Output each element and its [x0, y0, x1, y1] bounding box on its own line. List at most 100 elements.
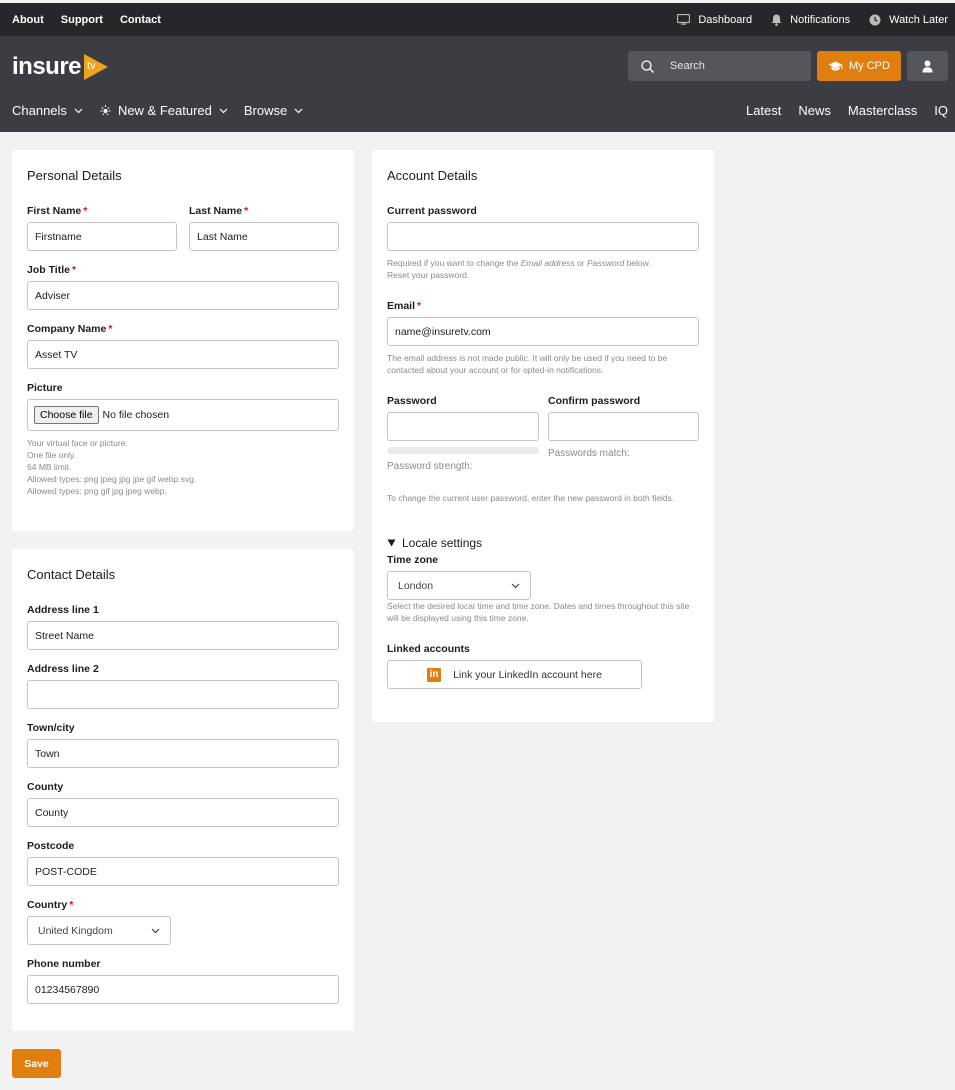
password-label: Password: [387, 395, 437, 407]
chevron-down-icon: [219, 108, 228, 113]
picture-file-input[interactable]: Choose file No file chosen: [27, 399, 339, 431]
personal-details-title: Personal Details: [27, 168, 122, 183]
sparkle-icon: [100, 105, 111, 116]
locale-settings-title: Locale settings: [402, 536, 483, 550]
chevron-down-icon: [74, 108, 83, 113]
insuretv-logo[interactable]: insure tv: [12, 52, 110, 82]
personal-details-card: Personal Details First Name * Firstname L…: [12, 150, 354, 531]
country-select[interactable]: United Kingdom: [27, 916, 171, 945]
password-field[interactable]: [387, 412, 539, 441]
account-details-title: Account Details: [387, 168, 478, 183]
utility-tools: Dashboard Notifications Watch Later: [658, 14, 948, 26]
notifications-label: Notifications: [790, 13, 851, 26]
address-line-1-label: Address line 1: [27, 604, 99, 616]
job-title-field[interactable]: Adviser: [27, 281, 339, 310]
town-city-field[interactable]: Town: [27, 739, 339, 768]
search-placeholder: Search: [670, 60, 705, 72]
logo-word: insure: [12, 53, 82, 80]
nav-news[interactable]: News: [798, 103, 831, 118]
linkedin-button-label: Link your LinkedIn account here: [453, 668, 602, 681]
picture-help: Your virtual face or picture. One file o…: [27, 438, 197, 496]
nav-new-featured-label: New & Featured: [117, 103, 212, 118]
password-strength-bar: [387, 447, 539, 454]
nav-latest[interactable]: Latest: [746, 103, 781, 118]
last-name-field[interactable]: Last Name: [189, 222, 339, 251]
reset-password-link[interactable]: Reset your password.: [387, 269, 707, 281]
watch-later-link[interactable]: Watch Later: [869, 14, 948, 26]
address-line-2-field[interactable]: [27, 680, 339, 709]
email-label: Email *: [387, 300, 422, 312]
graduation-cap-icon: [828, 61, 843, 71]
confirm-password-field[interactable]: [548, 412, 699, 441]
email-field[interactable]: name@insuretv.com: [387, 317, 699, 346]
phone-number-label: Phone number: [27, 958, 101, 970]
phone-number-field[interactable]: 01234567890: [27, 975, 339, 1004]
first-name-field[interactable]: Firstname: [27, 222, 177, 251]
nav-channels[interactable]: Channels: [12, 103, 83, 118]
company-name-field[interactable]: Asset TV: [27, 340, 339, 369]
current-password-label: Current password: [387, 205, 477, 217]
email-help: The email address is not made public. It…: [387, 353, 668, 375]
password-strength-label: Password strength:: [387, 461, 473, 472]
country-selected-value: United Kingdom: [38, 924, 113, 937]
current-password-help: Required if you want to change the Email…: [387, 257, 707, 281]
clock-icon: [869, 14, 881, 25]
logo-badge: tv: [87, 60, 96, 72]
county-field[interactable]: County: [27, 798, 339, 827]
nav-left: Channels New & Featured Browse: [12, 103, 319, 118]
password-help: To change the current user password, ent…: [387, 493, 675, 503]
user-icon: [922, 60, 933, 72]
confirm-password-label: Confirm password: [548, 395, 641, 407]
time-zone-select[interactable]: London: [387, 571, 531, 600]
support-link[interactable]: Support: [61, 14, 103, 26]
monitor-icon: [677, 14, 691, 25]
linked-accounts-label: Linked accounts: [387, 643, 470, 655]
town-city-label: Town/city: [27, 722, 75, 734]
current-password-field[interactable]: [387, 222, 699, 251]
watch-later-label: Watch Later: [889, 13, 948, 26]
nav-browse[interactable]: Browse: [244, 103, 303, 118]
contact-link[interactable]: Contact: [120, 14, 161, 26]
company-name-label: Company Name *: [27, 323, 113, 335]
no-file-chosen-text: No file chosen: [102, 409, 170, 421]
my-cpd-label: My CPD: [849, 60, 890, 72]
nav-right: Latest News Masterclass IQ: [729, 103, 948, 118]
search-icon: [641, 59, 654, 73]
about-link[interactable]: About: [12, 14, 44, 26]
time-zone-label: Time zone: [387, 554, 439, 566]
utility-links: About Support Contact: [12, 14, 178, 26]
nav-iq[interactable]: IQ: [934, 103, 948, 118]
nav-new-featured[interactable]: New & Featured: [99, 103, 228, 118]
nav-masterclass[interactable]: Masterclass: [848, 103, 917, 118]
top-utility-bar: About Support Contact Dashboard Notifica…: [0, 3, 955, 36]
address-line-1-field[interactable]: Street Name: [27, 621, 339, 650]
linkedin-link-button[interactable]: in Link your LinkedIn account here: [387, 660, 642, 689]
dashboard-link[interactable]: Dashboard: [677, 14, 752, 26]
last-name-label: Last Name *: [189, 205, 249, 217]
address-line-2-label: Address line 2: [27, 663, 99, 675]
user-menu-button[interactable]: [907, 51, 948, 81]
contact-details-card: Contact Details Address line 1 Street Na…: [12, 549, 354, 1031]
nav-channels-label: Channels: [12, 103, 67, 118]
main-nav: Channels New & Featured Browse Latest Ne…: [12, 103, 948, 118]
logo-play-icon: tv: [82, 52, 110, 82]
locale-settings-toggle[interactable]: Locale settings: [387, 536, 482, 550]
my-cpd-button[interactable]: My CPD: [817, 51, 901, 81]
nav-browse-label: Browse: [243, 103, 288, 118]
linkedin-icon: in: [427, 667, 442, 682]
choose-file-button[interactable]: Choose file: [34, 406, 99, 424]
passwords-match-label: Passwords match:: [548, 448, 630, 459]
notifications-link[interactable]: Notifications: [771, 14, 850, 26]
contact-details-title: Contact Details: [27, 567, 116, 582]
country-label: Country *: [27, 899, 74, 911]
save-button[interactable]: Save: [12, 1049, 61, 1078]
triangle-down-icon: [387, 539, 396, 547]
main-header: insure tv Search My CPD Channels New & F…: [0, 36, 955, 132]
time-zone-help: Select the desired local time and time z…: [387, 601, 690, 623]
postcode-field[interactable]: POST-CODE: [27, 857, 339, 886]
county-label: County: [27, 781, 64, 793]
chevron-down-icon: [294, 108, 303, 113]
search-input[interactable]: Search: [628, 51, 811, 81]
chevron-down-icon: [151, 928, 160, 933]
picture-label: Picture: [27, 382, 63, 394]
